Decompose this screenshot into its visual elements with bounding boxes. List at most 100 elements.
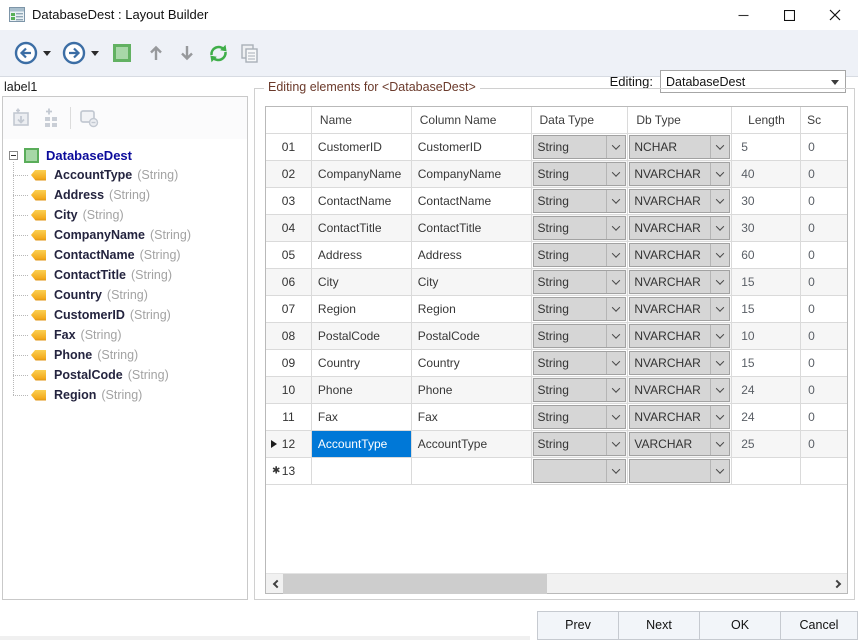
cell-data-type[interactable] bbox=[532, 458, 629, 485]
dropdown-chevron-icon[interactable] bbox=[606, 217, 625, 239]
cell-data-type-dropdown[interactable]: String bbox=[533, 297, 627, 321]
dropdown-chevron-icon[interactable] bbox=[710, 406, 729, 428]
dropdown-chevron-icon[interactable] bbox=[606, 433, 625, 455]
cell-column-name[interactable]: ContactTitle bbox=[412, 215, 532, 242]
row-header-02[interactable]: 02 bbox=[266, 161, 312, 188]
cell-db-type-dropdown[interactable]: NVARCHAR bbox=[629, 351, 730, 375]
forward-icon[interactable] bbox=[62, 41, 86, 65]
dropdown-chevron-icon[interactable] bbox=[710, 352, 729, 374]
tree-item-companyname[interactable]: CompanyName(String) bbox=[3, 225, 247, 245]
cell-name[interactable]: Fax bbox=[312, 404, 412, 431]
cell-scale[interactable]: 0 bbox=[801, 431, 847, 458]
cell-name[interactable]: ContactTitle bbox=[312, 215, 412, 242]
cell-scale[interactable]: 0 bbox=[801, 134, 847, 161]
cell-db-type[interactable]: NVARCHAR bbox=[628, 215, 732, 242]
cell-length[interactable]: 30 bbox=[732, 188, 801, 215]
tree-collapse-icon[interactable] bbox=[9, 151, 18, 160]
dropdown-chevron-icon[interactable] bbox=[606, 406, 625, 428]
header-length[interactable]: Length bbox=[732, 107, 801, 134]
tree-item-region[interactable]: Region(String) bbox=[3, 385, 247, 405]
cell-scale[interactable]: 0 bbox=[801, 188, 847, 215]
cell-db-type[interactable] bbox=[628, 458, 732, 485]
cell-data-type[interactable]: String bbox=[532, 404, 629, 431]
prev-button[interactable]: Prev bbox=[537, 611, 619, 640]
cell-column-name[interactable]: Fax bbox=[412, 404, 532, 431]
row-header-08[interactable]: 08 bbox=[266, 323, 312, 350]
cell-data-type[interactable]: String bbox=[532, 323, 629, 350]
scroll-right-icon[interactable] bbox=[829, 574, 847, 594]
tree-item-fax[interactable]: Fax(String) bbox=[3, 325, 247, 345]
cell-db-type[interactable]: NVARCHAR bbox=[628, 242, 732, 269]
cell-scale[interactable]: 0 bbox=[801, 404, 847, 431]
back-dropdown-caret-icon[interactable] bbox=[43, 51, 51, 56]
cell-length[interactable]: 10 bbox=[732, 323, 801, 350]
cell-column-name[interactable]: CompanyName bbox=[412, 161, 532, 188]
dropdown-chevron-icon[interactable] bbox=[606, 352, 625, 374]
row-header-05[interactable]: 05 bbox=[266, 242, 312, 269]
row-header-06[interactable]: 06 bbox=[266, 269, 312, 296]
cell-data-type-dropdown[interactable]: String bbox=[533, 243, 627, 267]
cell-db-type-dropdown[interactable]: NVARCHAR bbox=[629, 378, 730, 402]
dropdown-chevron-icon[interactable] bbox=[710, 298, 729, 320]
header-data-type[interactable]: Data Type bbox=[532, 107, 629, 134]
row-header-01[interactable]: 01 bbox=[266, 134, 312, 161]
cell-scale[interactable]: 0 bbox=[801, 269, 847, 296]
cell-scale[interactable]: 0 bbox=[801, 350, 847, 377]
dropdown-chevron-icon[interactable] bbox=[710, 217, 729, 239]
cell-db-type-dropdown[interactable]: NVARCHAR bbox=[629, 189, 730, 213]
cell-db-type-dropdown[interactable]: NVARCHAR bbox=[629, 270, 730, 294]
back-icon[interactable] bbox=[14, 41, 38, 65]
row-header-03[interactable]: 03 bbox=[266, 188, 312, 215]
header-scale[interactable]: Sc bbox=[801, 107, 847, 134]
cell-name[interactable]: City bbox=[312, 269, 412, 296]
cell-name[interactable]: Region bbox=[312, 296, 412, 323]
dropdown-chevron-icon[interactable] bbox=[710, 433, 729, 455]
dropdown-chevron-icon[interactable] bbox=[710, 136, 729, 158]
cell-length[interactable]: 5 bbox=[732, 134, 801, 161]
cell-name[interactable] bbox=[312, 458, 412, 485]
scroll-left-icon[interactable] bbox=[266, 574, 284, 594]
cell-db-type-dropdown[interactable]: NCHAR bbox=[629, 135, 730, 159]
cell-name[interactable]: Phone bbox=[312, 377, 412, 404]
maximize-button[interactable] bbox=[766, 0, 812, 30]
cell-length[interactable]: 24 bbox=[732, 377, 801, 404]
cell-data-type[interactable]: String bbox=[532, 215, 629, 242]
cell-db-type[interactable]: NVARCHAR bbox=[628, 269, 732, 296]
dropdown-chevron-icon[interactable] bbox=[606, 298, 625, 320]
cell-data-type-dropdown[interactable]: String bbox=[533, 162, 627, 186]
cell-column-name[interactable]: Country bbox=[412, 350, 532, 377]
row-header-11[interactable]: 11 bbox=[266, 404, 312, 431]
dropdown-chevron-icon[interactable] bbox=[606, 244, 625, 266]
cell-scale[interactable]: 0 bbox=[801, 161, 847, 188]
cell-data-type[interactable]: String bbox=[532, 134, 629, 161]
cell-data-type-dropdown[interactable] bbox=[533, 459, 627, 483]
cell-db-type-dropdown[interactable]: VARCHAR bbox=[629, 432, 730, 456]
cell-scale[interactable]: 0 bbox=[801, 323, 847, 350]
cell-db-type-dropdown[interactable]: NVARCHAR bbox=[629, 216, 730, 240]
cell-length[interactable]: 15 bbox=[732, 269, 801, 296]
cell-column-name[interactable]: City bbox=[412, 269, 532, 296]
cell-column-name[interactable]: AccountType bbox=[412, 431, 532, 458]
cell-length[interactable]: 15 bbox=[732, 296, 801, 323]
tree-item-postalcode[interactable]: PostalCode(String) bbox=[3, 365, 247, 385]
refresh-icon[interactable] bbox=[207, 42, 230, 65]
cell-data-type[interactable]: String bbox=[532, 431, 629, 458]
cell-length[interactable]: 25 bbox=[732, 431, 801, 458]
cell-column-name[interactable]: CustomerID bbox=[412, 134, 532, 161]
cell-column-name[interactable]: PostalCode bbox=[412, 323, 532, 350]
move-up-icon[interactable] bbox=[146, 43, 166, 63]
cell-length[interactable]: 40 bbox=[732, 161, 801, 188]
cell-scale[interactable]: 0 bbox=[801, 377, 847, 404]
cell-data-type[interactable]: String bbox=[532, 242, 629, 269]
cell-db-type[interactable]: NCHAR bbox=[628, 134, 732, 161]
cell-db-type[interactable]: NVARCHAR bbox=[628, 350, 732, 377]
cell-db-type-dropdown[interactable]: NVARCHAR bbox=[629, 243, 730, 267]
horizontal-scrollbar[interactable] bbox=[266, 573, 847, 593]
header-row-selector[interactable] bbox=[266, 107, 312, 134]
cell-scale[interactable]: 0 bbox=[801, 296, 847, 323]
cell-length[interactable]: 30 bbox=[732, 215, 801, 242]
dropdown-chevron-icon[interactable] bbox=[710, 244, 729, 266]
tree-item-country[interactable]: Country(String) bbox=[3, 285, 247, 305]
cell-data-type[interactable]: String bbox=[532, 188, 629, 215]
dropdown-chevron-icon[interactable] bbox=[606, 379, 625, 401]
